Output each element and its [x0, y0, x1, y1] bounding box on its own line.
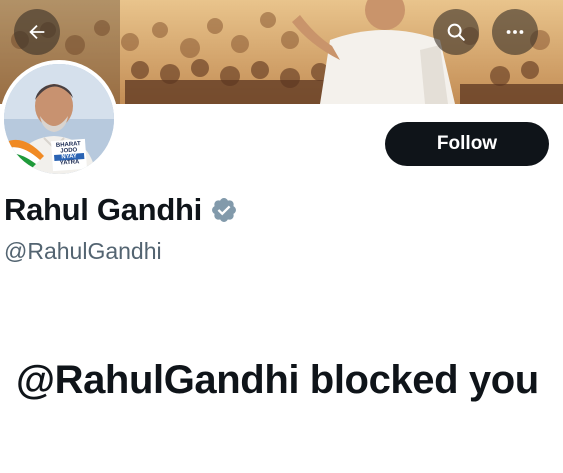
profile-avatar[interactable]: BHARAT JODO NYAY YATRA	[0, 60, 118, 178]
profile-page: BHARAT JODO NYAY YATRA Follow Rahul Gand…	[0, 0, 563, 473]
search-icon	[447, 23, 465, 41]
back-button[interactable]	[14, 9, 60, 55]
display-name: Rahul Gandhi	[4, 192, 202, 227]
more-options-button[interactable]	[492, 9, 538, 55]
display-name-row: Rahul Gandhi	[4, 192, 238, 228]
arrow-left-icon	[29, 24, 45, 40]
verified-badge-icon[interactable]	[210, 196, 238, 224]
avatar-photo: BHARAT JODO NYAY YATRA	[4, 64, 114, 174]
profile-handle: @RahulGandhi	[4, 238, 162, 264]
more-horizontal-icon	[506, 30, 524, 34]
search-button[interactable]	[433, 9, 479, 55]
blocked-message: @RahulGandhi blocked you	[16, 358, 539, 402]
follow-button[interactable]: Follow	[385, 122, 549, 166]
avatar-badge-text: BHARAT JODO NYAY YATRA	[53, 141, 85, 167]
